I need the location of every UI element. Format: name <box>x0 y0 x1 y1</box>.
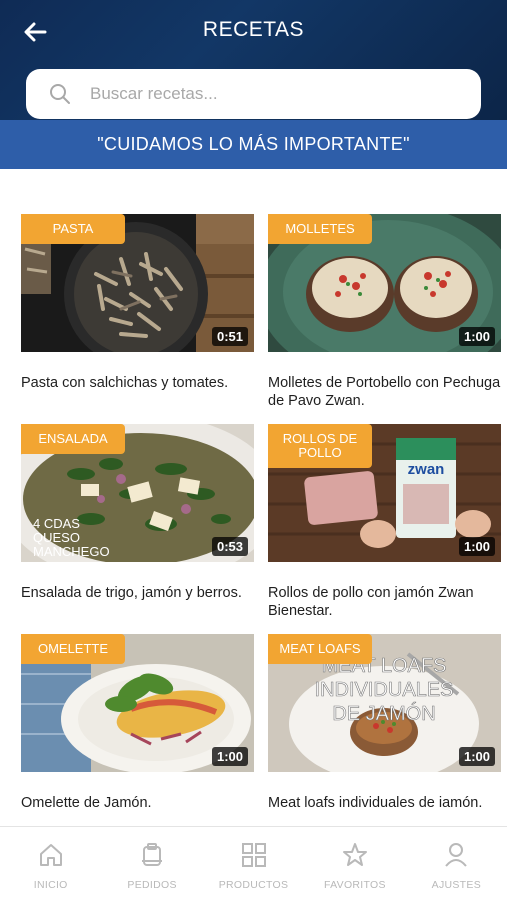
category-tag: ENSALADA <box>21 424 125 454</box>
video-duration: 1:00 <box>458 537 495 556</box>
nav-item-favoritos[interactable]: FAVORITOS <box>304 827 405 900</box>
video-duration: 1:00 <box>458 747 495 766</box>
recipe-thumbnail[interactable]: 4 CDAS QUESO MANCHEGO ENSALADA 0:53 <box>21 424 254 562</box>
recipe-card-ensalada[interactable]: 4 CDAS QUESO MANCHEGO ENSALADA 0:53 Ensa… <box>21 424 254 602</box>
app-header: RECETAS <box>0 0 507 120</box>
nav-item-inicio[interactable]: INICIO <box>0 827 101 900</box>
star-icon <box>342 843 367 866</box>
recipe-title[interactable]: Pasta con salchichas y tomates. <box>21 374 254 392</box>
search-input[interactable] <box>90 84 450 104</box>
video-duration: 1:00 <box>211 747 248 766</box>
recipe-title[interactable]: Rollos de pollo con jamón Zwan Bienestar… <box>268 584 501 620</box>
video-duration: 0:53 <box>211 537 248 556</box>
search-bar[interactable] <box>26 69 481 119</box>
category-tag: PASTA <box>21 214 125 244</box>
recipe-thumbnail[interactable]: MOLLETES 1:00 <box>268 214 501 352</box>
recipe-card-rollos-de-pollo[interactable]: zwan ROLLOS DE POLLO 1:00 Rollos de poll… <box>268 424 501 620</box>
recipe-title[interactable]: Ensalada de trigo, jamón y berros. <box>21 584 254 602</box>
category-tag: ROLLOS DE POLLO <box>268 424 372 468</box>
grid-icon <box>241 843 266 867</box>
category-tag: OMELETTE <box>21 634 125 664</box>
recipe-thumbnail[interactable]: PASTA 0:51 <box>21 214 254 352</box>
svg-text:MANCHEGO: MANCHEGO <box>33 544 110 559</box>
category-tag: MOLLETES <box>268 214 372 244</box>
slogan-banner: "CUIDAMOS LO MÁS IMPORTANTE" <box>0 120 507 169</box>
nav-label: AJUSTES <box>431 879 482 891</box>
user-icon <box>445 843 468 867</box>
recipe-title[interactable]: Omelette de Jamón. <box>21 794 254 812</box>
nav-label: PRODUCTOS <box>218 879 289 891</box>
category-tag: MEAT LOAFS <box>268 634 372 664</box>
search-icon <box>50 84 70 104</box>
svg-text:INDIVIDUALES: INDIVIDUALES <box>315 679 454 701</box>
recipe-thumbnail[interactable]: zwan ROLLOS DE POLLO 1:00 <box>268 424 501 562</box>
recipe-card-pasta[interactable]: PASTA 0:51 Pasta con salchichas y tomate… <box>21 214 254 392</box>
video-duration: 0:51 <box>211 327 248 346</box>
recipe-card-molletes[interactable]: MOLLETES 1:00 Molletes de Portobello con… <box>268 214 501 410</box>
orders-icon <box>142 843 163 866</box>
home-icon <box>39 844 62 866</box>
nav-item-productos[interactable]: PRODUCTOS <box>203 827 304 900</box>
nav-item-ajustes[interactable]: AJUSTES <box>406 827 507 900</box>
svg-text:4 CDAS: 4 CDAS <box>33 516 80 531</box>
nav-label: INICIO <box>33 879 68 891</box>
page-title: RECETAS <box>202 18 305 41</box>
recipe-thumbnail[interactable]: MEAT LOAFS INDIVIDUALES DE JAMÓN MEAT LO… <box>268 634 501 772</box>
bottom-navigation: INICIO PEDIDOS PRODUCTOS FAVORITOS AJUST… <box>0 826 507 900</box>
recipe-title[interactable]: Meat loafs individuales de iamón. <box>268 794 501 812</box>
recipe-card-omelette[interactable]: OMELETTE 1:00 Omelette de Jamón. <box>21 634 254 812</box>
svg-text:DE JAMÓN: DE JAMÓN <box>332 702 435 725</box>
recipe-title[interactable]: Molletes de Portobello con Pechuga de Pa… <box>268 374 501 410</box>
recipe-card-meat-loafs[interactable]: MEAT LOAFS INDIVIDUALES DE JAMÓN MEAT LO… <box>268 634 501 812</box>
svg-text:QUESO: QUESO <box>33 530 80 545</box>
svg-text:zwan: zwan <box>408 461 445 478</box>
nav-label: PEDIDOS <box>127 879 177 891</box>
nav-label: FAVORITOS <box>324 879 386 891</box>
nav-item-pedidos[interactable]: PEDIDOS <box>101 827 202 900</box>
video-duration: 1:00 <box>458 327 495 346</box>
recipe-thumbnail[interactable]: OMELETTE 1:00 <box>21 634 254 772</box>
